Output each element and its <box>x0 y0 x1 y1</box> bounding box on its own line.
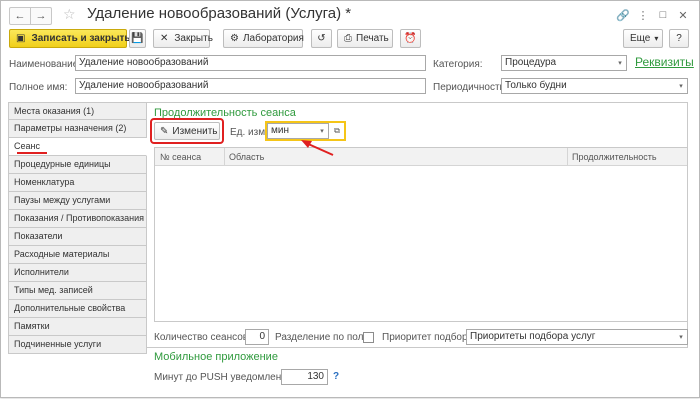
alarm-clock-icon: ⏰ <box>404 33 417 44</box>
edit-button-highlight <box>150 118 224 144</box>
close-icon[interactable]: ✕ <box>675 7 691 23</box>
title-bar: ← → ☆ Удаление новообразований (Услуга) … <box>1 1 699 29</box>
session-count-field[interactable]: 0 <box>245 329 269 345</box>
full-name-field[interactable]: Удаление новообразований <box>75 78 426 94</box>
session-table[interactable]: № сеанса Область Продолжительность <box>154 147 688 322</box>
column-duration[interactable]: Продолжительность <box>572 152 657 162</box>
help-button[interactable]: ? <box>669 29 689 48</box>
more-label: Еще <box>630 33 651 44</box>
category-select[interactable]: Процедура ▾ <box>501 55 627 71</box>
favorite-star-icon[interactable]: ☆ <box>63 6 76 23</box>
chevron-down-icon[interactable]: ▾ <box>614 56 626 70</box>
priority-label: Приоритет подбора: <box>382 332 476 343</box>
full-name-label: Полное имя: <box>9 82 68 93</box>
tab-extra-properties[interactable]: Дополнительные свойства <box>8 300 147 318</box>
tab-assignment-params[interactable]: Параметры назначения (2) <box>8 120 147 138</box>
session-count-label: Количество сеансов: <box>154 332 251 343</box>
back-button[interactable]: ← <box>9 7 31 25</box>
gender-split-checkbox[interactable] <box>363 332 374 343</box>
close-button[interactable]: ✕ Закрыть <box>153 29 213 48</box>
name-label: Наименование: <box>9 59 82 70</box>
periodicity-select[interactable]: Только будни ▾ <box>501 78 688 94</box>
forward-button[interactable]: → <box>30 7 52 25</box>
window-title: Удаление новообразований (Услуга) * <box>87 5 352 22</box>
reminder-button[interactable]: ⏰ <box>400 29 421 48</box>
print-button[interactable]: ⎙ Печать <box>337 29 393 48</box>
save-button[interactable]: 💾 <box>129 29 146 48</box>
chevron-down-icon[interactable]: ▾ <box>316 124 328 138</box>
service-form-window: ← → ☆ Удаление новообразований (Услуга) … <box>0 0 700 398</box>
close-label: Закрыть <box>174 33 213 44</box>
requisites-link[interactable]: Реквизиты <box>635 55 694 69</box>
tab-record-types[interactable]: Типы мед. записей <box>8 282 147 300</box>
maximize-icon[interactable]: □ <box>655 7 671 23</box>
save-close-icon: ▣ <box>16 33 26 44</box>
category-label: Категория: <box>433 59 483 70</box>
priority-select[interactable]: Приоритеты подбора услуг ▾ <box>466 329 688 345</box>
save-and-close-button[interactable]: ▣ Записать и закрыть <box>9 29 131 48</box>
gear-icon: ⚙ <box>230 33 239 44</box>
history-button[interactable]: ↺ <box>311 29 332 48</box>
tab-places[interactable]: Места оказания (1) <box>8 102 147 120</box>
link-icon[interactable]: 🔗 <box>615 7 631 23</box>
toolbar: ▣ Записать и закрыть 💾 ✕ Закрыть ⚙ Лабор… <box>1 29 699 51</box>
printer-icon: ⎙ <box>344 33 352 44</box>
periodicity-label: Периодичность: <box>433 82 508 93</box>
print-label: Печать <box>356 33 389 44</box>
mobile-app-title: Мобильное приложение <box>154 351 278 363</box>
tab-nomenclature[interactable]: Номенклатура <box>8 174 147 192</box>
push-minutes-label: Минут до PUSH уведомления: <box>154 372 296 383</box>
chevron-down-icon: ▾ <box>654 34 659 43</box>
more-icon[interactable]: ⋮ <box>635 7 651 23</box>
close-form-icon: ✕ <box>160 33 169 44</box>
push-help-icon[interactable]: ? <box>333 371 339 382</box>
laboratory-button[interactable]: ⚙ Лаборатория <box>223 29 304 48</box>
save-and-close-label: Записать и закрыть <box>31 33 131 44</box>
window-controls: 🔗 ⋮ □ ✕ <box>615 7 691 23</box>
column-session-number[interactable]: № сеанса <box>160 152 201 162</box>
tab-sub-services[interactable]: Подчиненные услуги <box>8 336 147 354</box>
name-field[interactable]: Удаление новообразований <box>75 55 426 71</box>
more-button[interactable]: Еще ▾ <box>623 29 663 48</box>
table-header: № сеанса Область Продолжительность <box>155 148 687 166</box>
laboratory-label: Лаборатория <box>242 33 304 44</box>
chevron-down-icon[interactable]: ▾ <box>675 330 687 344</box>
unit-select[interactable]: мин ▾ <box>267 123 329 139</box>
gender-split-label: Разделение по полу: <box>275 332 372 343</box>
active-tab-underline <box>17 152 47 154</box>
category-value: Процедура <box>505 57 557 68</box>
column-divider <box>224 148 225 166</box>
tab-procedure-units[interactable]: Процедурные единицы <box>8 156 147 174</box>
push-minutes-field[interactable]: 130 <box>281 369 328 385</box>
open-form-icon[interactable]: ⧉ <box>331 123 343 139</box>
column-area[interactable]: Область <box>229 152 264 162</box>
tab-indicators[interactable]: Показатели <box>8 228 147 246</box>
tab-indications[interactable]: Показания / Противопоказания <box>8 210 147 228</box>
tab-pauses[interactable]: Паузы между услугами <box>8 192 147 210</box>
periodicity-value: Только будни <box>505 80 567 91</box>
chevron-down-icon[interactable]: ▾ <box>675 79 687 93</box>
tab-consumables[interactable]: Расходные материалы <box>8 246 147 264</box>
tab-performers[interactable]: Исполнители <box>8 264 147 282</box>
tab-memos[interactable]: Памятки <box>8 318 147 336</box>
priority-value: Приоритеты подбора услуг <box>470 331 596 342</box>
save-icon: 💾 <box>131 33 144 44</box>
column-divider <box>567 148 568 166</box>
tab-list: Места оказания (1) Параметры назначения … <box>8 102 147 354</box>
unit-value: мин <box>271 125 289 136</box>
history-icon: ↺ <box>317 33 326 44</box>
